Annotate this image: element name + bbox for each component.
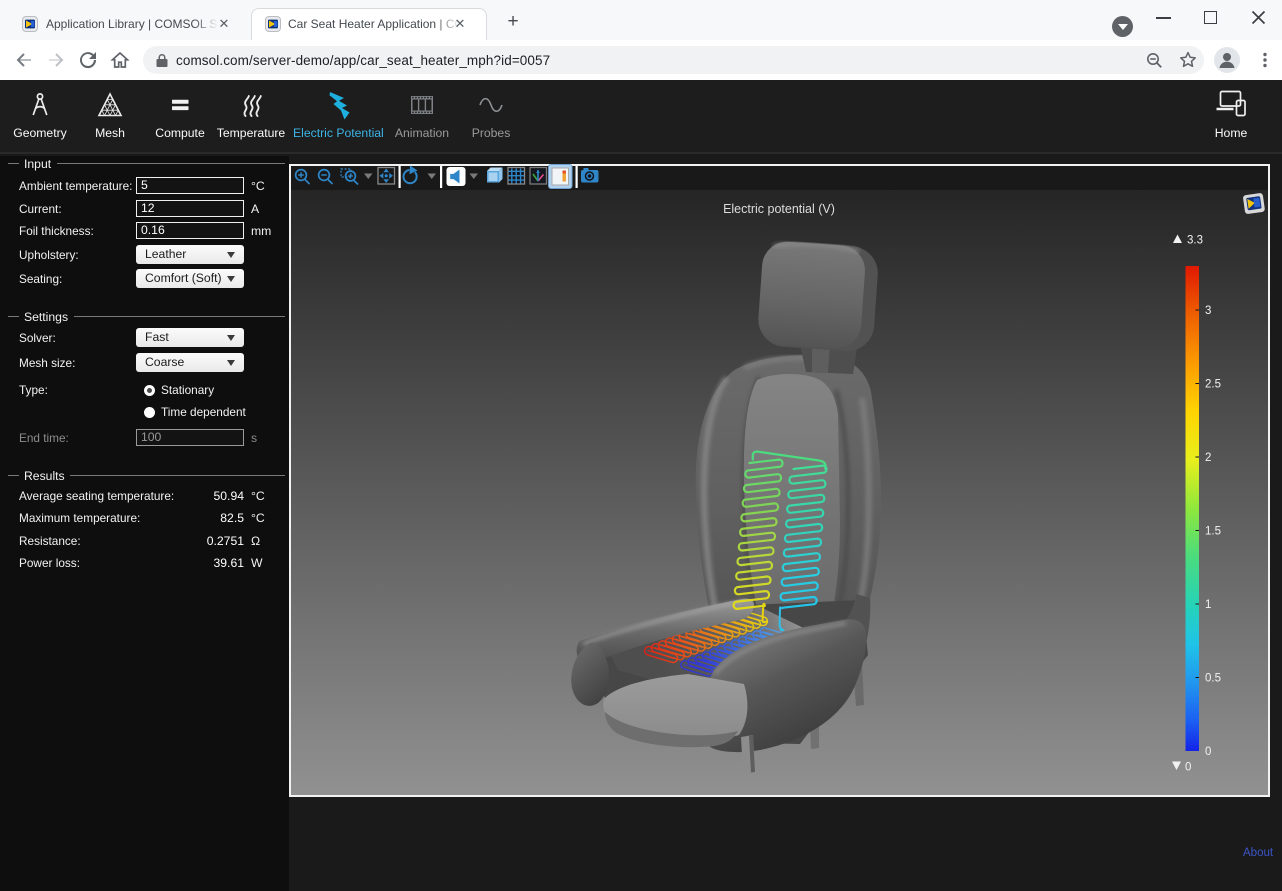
svg-text:1.5: 1.5: [1205, 526, 1221, 538]
svg-text:3.3: 3.3: [1187, 235, 1203, 247]
svg-text:0.5: 0.5: [1205, 673, 1221, 685]
svg-text:1: 1: [1205, 599, 1211, 611]
svg-text:2: 2: [1205, 452, 1211, 464]
svg-text:Electric potential (V): Electric potential (V): [723, 202, 835, 216]
svg-text:3: 3: [1205, 305, 1211, 317]
svg-text:2.5: 2.5: [1205, 379, 1221, 391]
svg-text:0: 0: [1185, 762, 1191, 774]
svg-text:0: 0: [1205, 746, 1211, 758]
